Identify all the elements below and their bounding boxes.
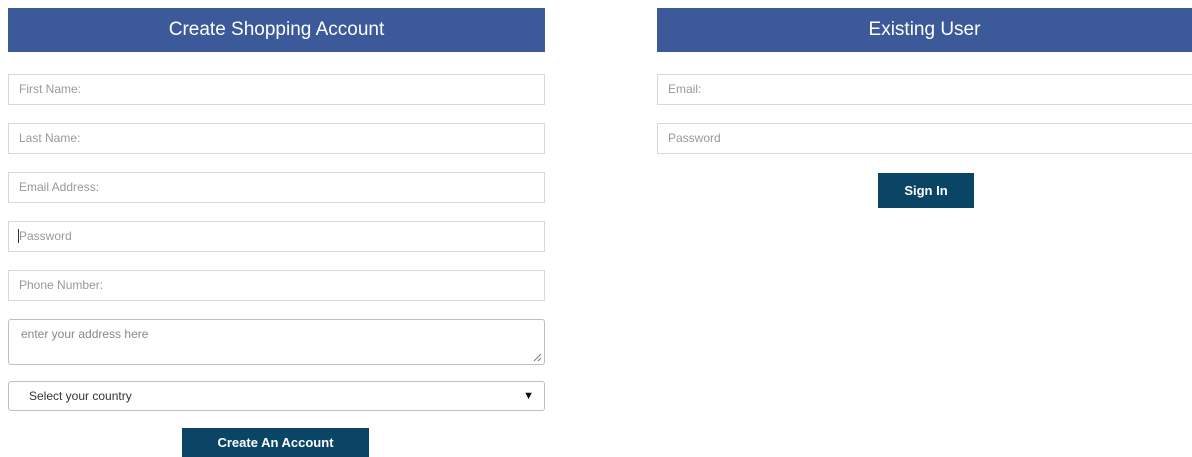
country-selected-value: Select your country	[29, 389, 132, 403]
text-caret	[18, 228, 19, 243]
dropdown-arrow-icon: ▼	[523, 390, 534, 402]
resize-grip-icon[interactable]	[533, 353, 542, 362]
country-select[interactable]: Select your country ▼	[8, 381, 545, 411]
login-email-input[interactable]: Email:	[657, 74, 1192, 105]
create-account-button[interactable]: Create An Account	[182, 428, 369, 457]
sign-in-button[interactable]: Sign In	[878, 173, 974, 208]
create-account-title: Create Shopping Account	[8, 8, 545, 52]
phone-number-placeholder: Phone Number:	[19, 278, 104, 292]
existing-user-form: Existing User Email: Password Sign In	[657, 8, 1192, 208]
password-placeholder: Password	[19, 229, 72, 243]
email-address-input[interactable]: Email Address:	[8, 172, 545, 203]
phone-number-input[interactable]: Phone Number:	[8, 270, 545, 301]
last-name-input[interactable]: Last Name:	[8, 123, 545, 154]
login-password-placeholder: Password	[668, 131, 721, 145]
address-placeholder: enter your address here	[21, 327, 149, 341]
last-name-placeholder: Last Name:	[19, 131, 81, 145]
login-password-input[interactable]: Password	[657, 123, 1192, 154]
existing-user-title: Existing User	[657, 8, 1192, 52]
email-address-placeholder: Email Address:	[19, 180, 100, 194]
first-name-placeholder: First Name:	[19, 82, 82, 96]
first-name-input[interactable]: First Name:	[8, 74, 545, 105]
address-textarea[interactable]: enter your address here	[8, 319, 545, 365]
create-account-form: Create Shopping Account First Name: Last…	[8, 8, 545, 457]
login-email-placeholder: Email:	[668, 82, 702, 96]
password-input[interactable]: Password	[8, 221, 545, 252]
